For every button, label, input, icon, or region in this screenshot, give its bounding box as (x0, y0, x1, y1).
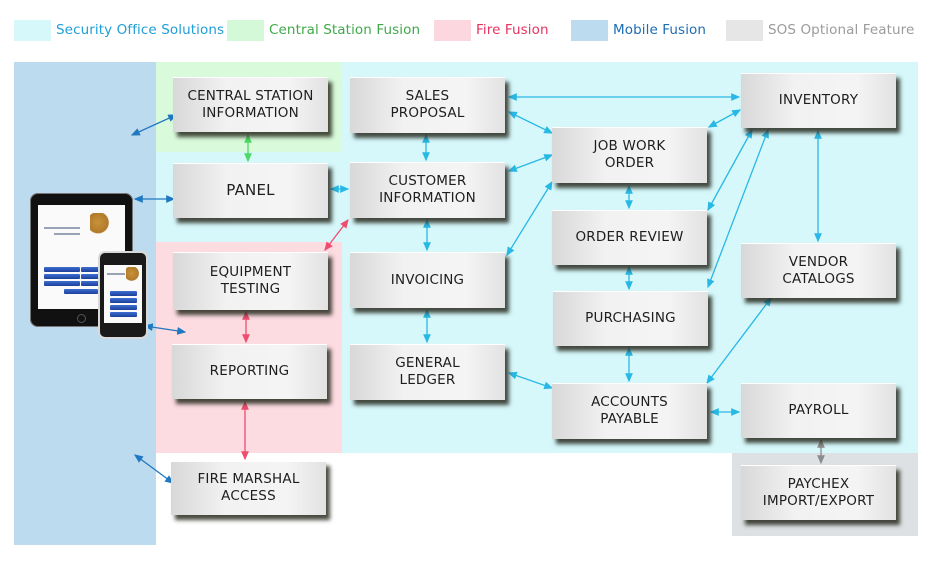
legend-item-mobile-fusion: Mobile Fusion (571, 18, 706, 42)
phone-device-image (98, 251, 148, 339)
panel-box[interactable]: PANEL (173, 163, 328, 218)
legend-item-security-office-solutions: Security Office Solutions (14, 18, 224, 42)
legend-swatch (726, 19, 763, 41)
app-menu-button (110, 291, 137, 296)
customer-information-box[interactable]: CUSTOMER INFORMATION (350, 162, 505, 218)
legend-item-central-station-fusion: Central Station Fusion (227, 18, 420, 42)
legend-label: Mobile Fusion (613, 22, 707, 38)
legend-label: Central Station Fusion (269, 22, 421, 38)
app-menu-button (44, 281, 80, 286)
paychex-import-export-box[interactable]: PAYCHEX IMPORT/EXPORT (741, 465, 896, 520)
sales-proposal-box[interactable]: SALES PROPOSAL (350, 77, 505, 133)
legend-item-sos-optional-feature: SOS Optional Feature (726, 18, 914, 42)
legend-swatch (227, 19, 264, 41)
fire-marshal-access-box[interactable]: FIRE MARSHAL ACCESS (171, 461, 326, 515)
app-menu-button (110, 298, 137, 303)
app-title-line (44, 227, 80, 229)
inventory-box[interactable]: INVENTORY (741, 73, 896, 128)
app-title-line (107, 273, 125, 275)
app-menu-button (110, 312, 137, 317)
legend-item-fire-fusion: Fire Fusion (434, 18, 549, 42)
legend-label: SOS Optional Feature (768, 22, 915, 38)
invoicing-box[interactable]: INVOICING (350, 252, 505, 308)
reporting-box[interactable]: REPORTING (172, 344, 327, 399)
equipment-testing-box[interactable]: EQUIPMENT TESTING (173, 252, 328, 310)
app-title-line (54, 233, 80, 235)
legend-swatch (434, 19, 471, 41)
general-ledger-box[interactable]: GENERAL LEDGER (350, 344, 505, 400)
job-work-order-box[interactable]: JOB WORK ORDER (552, 127, 707, 183)
app-logo-icon (126, 267, 140, 283)
central-station-information-box[interactable]: CENTRAL STATION INFORMATION (173, 77, 328, 132)
purchasing-box[interactable]: PURCHASING (553, 291, 708, 346)
home-button-icon (77, 314, 86, 323)
legend-swatch (14, 19, 51, 41)
phone-screen (104, 265, 142, 323)
app-menu-button (110, 305, 137, 310)
app-menu-button (64, 289, 98, 294)
legend-label: Security Office Solutions (56, 22, 225, 38)
legend-label: Fire Fusion (476, 22, 549, 38)
vendor-catalogs-box[interactable]: VENDOR CATALOGS (741, 243, 896, 298)
app-menu-button (44, 274, 80, 279)
app-menu-button (44, 267, 80, 272)
payroll-box[interactable]: PAYROLL (741, 383, 896, 438)
accounts-payable-box[interactable]: ACCOUNTS PAYABLE (552, 383, 707, 439)
app-logo-icon (90, 213, 110, 237)
order-review-box[interactable]: ORDER REVIEW (552, 210, 707, 265)
legend-swatch (571, 19, 608, 41)
